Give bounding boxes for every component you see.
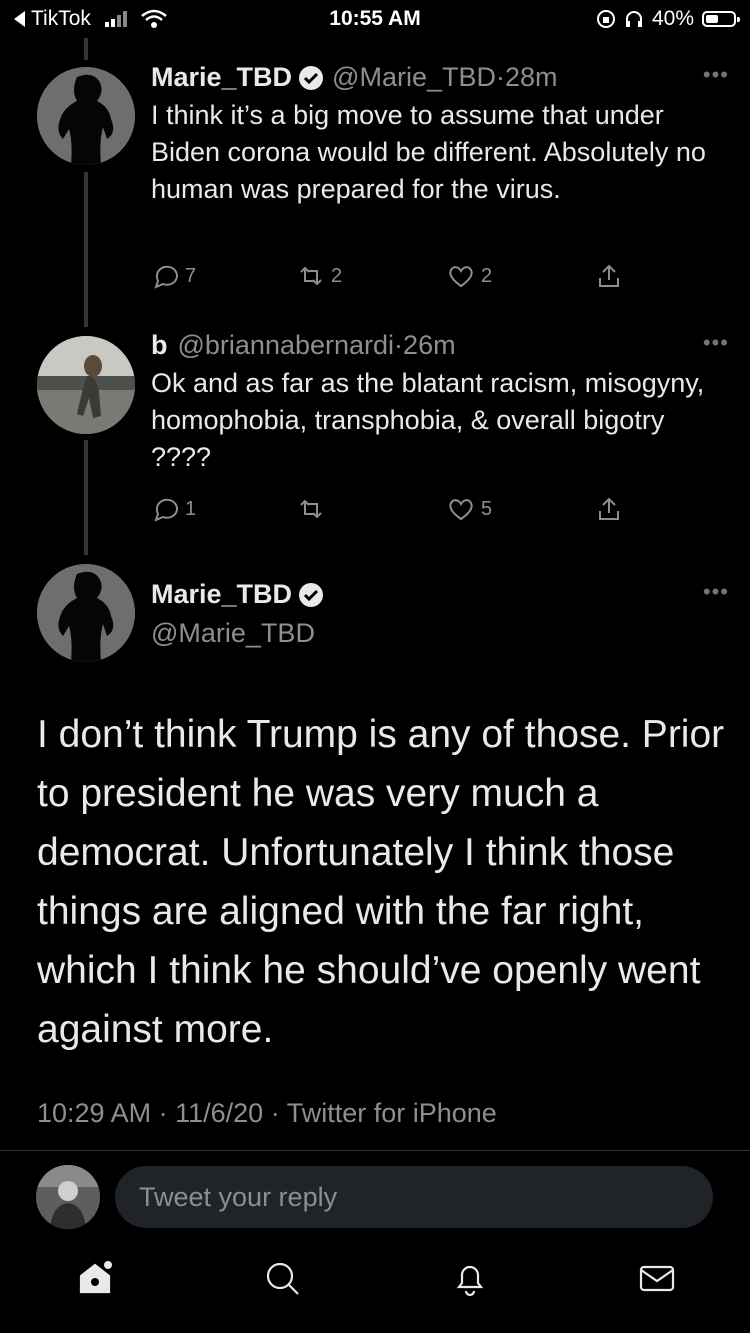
tweet-actions: 7 2 2 bbox=[151, 262, 631, 292]
reply-icon bbox=[154, 265, 178, 289]
reply-icon bbox=[154, 498, 178, 522]
tweet-actions: 1 5 bbox=[151, 495, 631, 525]
like-button[interactable]: 2 bbox=[447, 262, 492, 290]
tab-home[interactable] bbox=[75, 1258, 115, 1298]
retweet-button[interactable] bbox=[297, 495, 331, 523]
share-icon bbox=[599, 497, 619, 520]
like-count: 5 bbox=[481, 497, 493, 520]
my-avatar[interactable] bbox=[36, 1165, 100, 1229]
main-tweet-text: I don’t think Trump is any of those. Pri… bbox=[37, 713, 725, 1051]
more-options-icon[interactable]: ••• bbox=[703, 62, 729, 88]
headphones-icon bbox=[625, 11, 642, 27]
tweet-age: 26m bbox=[403, 330, 456, 360]
search-icon bbox=[266, 1262, 299, 1295]
author-handle[interactable]: @briannabernardi bbox=[178, 330, 395, 361]
retweet-icon bbox=[300, 499, 322, 519]
orientation-lock-icon bbox=[596, 10, 615, 28]
share-button[interactable] bbox=[595, 262, 623, 290]
reply-button[interactable]: 1 bbox=[151, 495, 196, 523]
reply-tweet[interactable]: b @briannabernardi · 26m ••• Ok and as f… bbox=[151, 330, 728, 476]
tweet-meta: 10:29 AM · 11/6/20 · Twitter for iPhone bbox=[37, 1098, 497, 1128]
retweet-button[interactable]: 2 bbox=[297, 262, 342, 290]
author-name[interactable]: b bbox=[151, 330, 168, 361]
status-bar: TikTok 10:55 AM 40% bbox=[0, 0, 750, 38]
reply-count: 1 bbox=[185, 497, 197, 520]
reply-button[interactable]: 7 bbox=[151, 262, 196, 290]
verified-badge-icon bbox=[299, 65, 324, 90]
more-options-icon[interactable]: ••• bbox=[703, 330, 729, 356]
battery-percent: 40% bbox=[651, 7, 694, 30]
battery-icon bbox=[702, 11, 740, 27]
retweet-count: 2 bbox=[331, 264, 343, 287]
thread-line bbox=[84, 172, 88, 327]
retweet-icon bbox=[300, 266, 322, 286]
reply-input[interactable]: Tweet your reply bbox=[115, 1166, 713, 1228]
author-handle[interactable]: @Marie_TBD bbox=[151, 618, 315, 649]
tweet-text: Ok and as far as the blatant racism, mis… bbox=[151, 368, 705, 472]
home-icon bbox=[79, 1261, 112, 1294]
more-options-icon[interactable]: ••• bbox=[703, 579, 729, 605]
heart-icon bbox=[449, 266, 473, 288]
tweet-source[interactable]: Twitter for iPhone bbox=[287, 1098, 497, 1128]
author-handle[interactable]: @Marie_TBD bbox=[332, 62, 496, 93]
heart-icon bbox=[449, 499, 473, 521]
share-button[interactable] bbox=[595, 495, 623, 523]
author-name[interactable]: Marie_TBD bbox=[151, 579, 292, 610]
tab-search[interactable] bbox=[262, 1258, 302, 1298]
tab-messages[interactable] bbox=[637, 1258, 677, 1298]
avatar[interactable] bbox=[37, 336, 135, 434]
messages-icon bbox=[639, 1265, 675, 1292]
share-icon bbox=[599, 264, 619, 287]
avatar[interactable] bbox=[37, 67, 135, 165]
thread-line bbox=[84, 38, 88, 60]
like-count: 2 bbox=[481, 264, 493, 287]
verified-badge-icon bbox=[299, 582, 324, 607]
tab-notifications[interactable] bbox=[450, 1258, 490, 1298]
like-button[interactable]: 5 bbox=[447, 495, 492, 523]
tweet-time: 10:29 AM bbox=[37, 1098, 152, 1128]
author-name[interactable]: Marie_TBD bbox=[151, 62, 292, 93]
reply-count: 7 bbox=[185, 264, 197, 287]
tweet-age: 28m bbox=[505, 62, 558, 92]
tweet-date: 11/6/20 bbox=[175, 1098, 264, 1128]
notifications-icon bbox=[456, 1265, 484, 1297]
thread-line bbox=[84, 440, 88, 555]
avatar[interactable] bbox=[37, 564, 135, 662]
tab-bar bbox=[0, 1258, 750, 1318]
divider bbox=[0, 1150, 750, 1151]
tweet-text: I think it’s a big move to assume that u… bbox=[151, 100, 706, 204]
reply-tweet[interactable]: Marie_TBD @Marie_TBD · 28m ••• I think i… bbox=[151, 62, 728, 208]
main-tweet-header: Marie_TBD ••• bbox=[151, 579, 728, 610]
